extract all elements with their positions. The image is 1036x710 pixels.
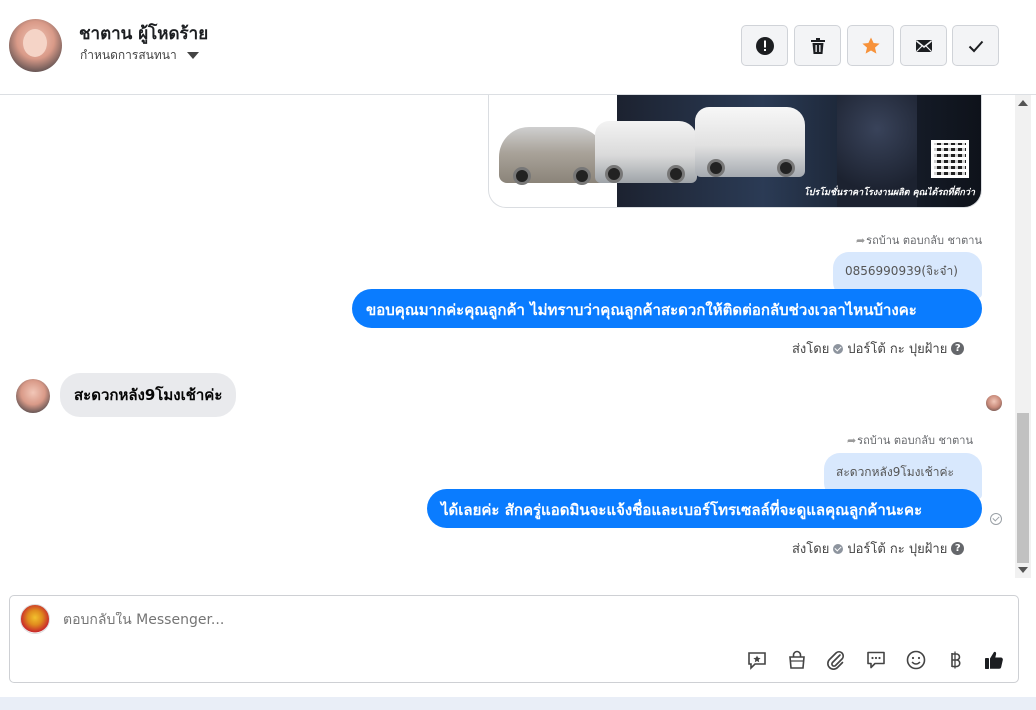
sent-by-label: ส่งโดย	[792, 542, 830, 557]
thread-settings-dropdown[interactable]: กำหนดการสนทนา	[80, 46, 199, 65]
reply-note-text: รถบ้าน ตอบกลับ ชาตาน	[857, 434, 973, 447]
qr-code-image	[931, 140, 969, 178]
report-button[interactable]	[741, 25, 788, 66]
image-attachment[interactable]: โปรโมชั่นราคาโรงงานผลิต คุณได้รถที่ดีกว่…	[488, 95, 982, 208]
star-button[interactable]	[847, 25, 894, 66]
quick-replies-button[interactable]	[864, 648, 888, 672]
alert-icon	[755, 36, 774, 55]
contact-avatar-small[interactable]	[16, 379, 50, 413]
baht-icon	[951, 651, 961, 669]
emoji-icon	[906, 650, 926, 670]
shop-button[interactable]	[785, 648, 809, 672]
promo-caption: โปรโมชั่นราคาโรงงานผลิต คุณได้รถที่ดีกว่…	[803, 188, 975, 198]
trash-icon	[810, 37, 825, 54]
reply-arrow-icon: ➦	[846, 434, 857, 447]
chat-bubbles-icon	[867, 651, 885, 669]
reply-arrow-icon: ➦	[855, 234, 866, 247]
outgoing-message[interactable]: ได้เลยค่ะ สักครู่แอดมินจะแจ้งชื่อและเบอร…	[427, 489, 982, 528]
sent-by-info: ส่งโดย ปอร์โต้ กะ ปุยฝ้าย ?	[792, 338, 965, 359]
contact-avatar[interactable]	[9, 19, 62, 72]
paperclip-icon	[827, 650, 845, 670]
car-pickup-image	[595, 121, 697, 183]
sent-status-icon	[990, 513, 1002, 525]
scroll-down-arrow-icon[interactable]	[1018, 567, 1028, 573]
saved-reply-icon	[748, 652, 766, 670]
envelope-icon	[915, 39, 932, 52]
reply-context-note: ➦รถบ้าน ตอบกลับ ชาตาน	[820, 231, 982, 249]
help-icon[interactable]: ?	[951, 542, 965, 555]
reply-note-text: รถบ้าน ตอบกลับ ชาตาน	[866, 234, 982, 247]
message-input[interactable]	[63, 612, 663, 628]
quoted-message-text: 0856990939(จิะจ๋า)	[845, 264, 958, 278]
page-avatar	[20, 604, 50, 634]
shop-bag-icon	[789, 650, 805, 669]
scrollbar-thumb[interactable]	[1017, 413, 1029, 563]
mark-unread-button[interactable]	[900, 25, 947, 66]
verified-badge-icon	[833, 543, 844, 554]
payment-button[interactable]	[943, 648, 967, 672]
check-icon	[968, 40, 983, 52]
sender-name: ปอร์โต้ กะ ปุยฝ้าย	[847, 542, 948, 557]
seen-avatar	[986, 395, 1002, 411]
done-button[interactable]	[952, 25, 999, 66]
outgoing-message[interactable]: ขอบคุณมากค่ะคุณลูกค้า ไม่ทราบว่าคุณลูกค้…	[352, 289, 982, 328]
car-sedan-image	[499, 127, 607, 185]
emoji-button[interactable]	[904, 648, 928, 672]
page-footer-strip	[0, 697, 1036, 710]
help-icon[interactable]: ?	[951, 342, 965, 355]
attach-button[interactable]	[824, 648, 848, 672]
quoted-message-text: สะดวกหลัง9โมงเช้าค่ะ	[836, 465, 954, 479]
star-icon	[861, 37, 880, 54]
scroll-up-arrow-icon[interactable]	[1018, 100, 1028, 106]
caret-down-icon	[186, 52, 199, 59]
delete-button[interactable]	[794, 25, 841, 66]
incoming-message[interactable]: สะดวกหลัง9โมงเช้าค่ะ	[60, 373, 237, 417]
car-pickup-image	[695, 107, 805, 177]
reply-context-note: ➦รถบ้าน ตอบกลับ ชาตาน	[810, 431, 973, 449]
sender-name: ปอร์โต้ กะ ปุยฝ้าย	[847, 342, 948, 357]
thumbs-up-icon	[985, 651, 1003, 669]
thread-settings-label: กำหนดการสนทนา	[80, 48, 177, 62]
like-button[interactable]	[982, 648, 1006, 672]
verified-badge-icon	[833, 343, 844, 354]
saved-reply-button[interactable]	[745, 648, 769, 672]
sent-by-info: ส่งโดย ปอร์โต้ กะ ปุยฝ้าย ?	[792, 538, 965, 559]
reply-composer[interactable]	[9, 595, 1019, 683]
contact-name[interactable]: ชาตาน ผู้โหดร้าย	[79, 20, 208, 47]
sent-by-label: ส่งโดย	[792, 342, 830, 357]
conversation-header: ชาตาน ผู้โหดร้าย กำหนดการสนทนา	[0, 0, 1036, 95]
